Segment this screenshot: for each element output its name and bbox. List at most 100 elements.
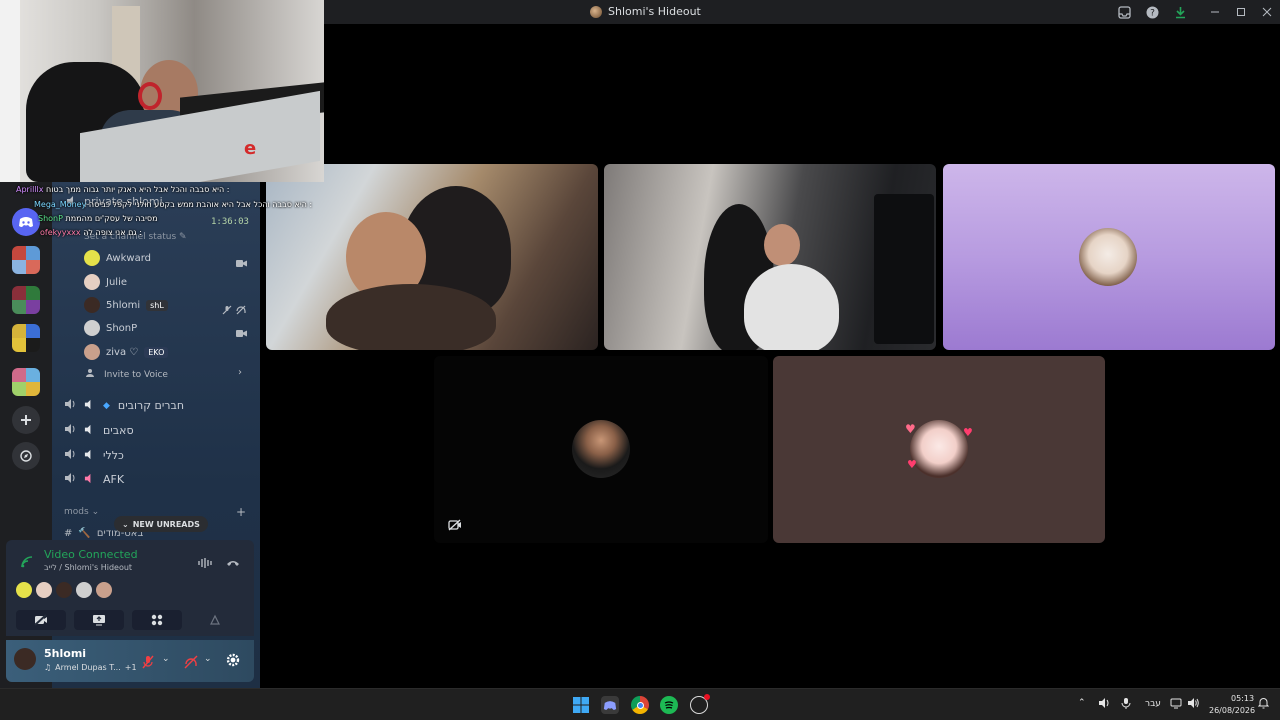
chevron-down-icon[interactable]: ⌄ <box>204 654 212 664</box>
voice-member[interactable]: ziva ♡ EKO <box>84 344 169 360</box>
soundboard-icon <box>209 611 221 630</box>
soundboard-button[interactable] <box>190 610 240 630</box>
help-icon[interactable]: ? <box>1144 4 1160 20</box>
invite-to-voice-button[interactable]: Invite to Voice <box>86 368 168 381</box>
video-tile-avatar[interactable] <box>943 164 1275 350</box>
chevron-down-icon[interactable]: ⌄ <box>162 654 170 664</box>
monitor-shape <box>874 194 934 344</box>
obs-taskbar-icon[interactable] <box>690 694 710 714</box>
mic-muted-icon[interactable] <box>142 654 154 673</box>
signal-icon <box>20 554 34 573</box>
heart-icon: ♥ <box>905 422 916 436</box>
username[interactable]: 5hlomi <box>44 647 86 660</box>
video-stage: ♥ ♥ ♥ <box>260 24 1280 688</box>
video-tile-avatar[interactable] <box>434 356 768 543</box>
music-note-icon: ♫ <box>44 663 52 672</box>
add-channel-icon[interactable]: + <box>236 505 246 519</box>
notifications-icon[interactable] <box>1257 697 1270 712</box>
network-icon[interactable] <box>1170 697 1182 712</box>
speaker-icon[interactable] <box>1098 697 1110 712</box>
close-button[interactable] <box>1252 0 1280 24</box>
voice-connection-panel: Video Connected לייב / Shlomi's Hideout <box>6 540 254 636</box>
speaker-icon <box>84 473 95 487</box>
microphone-icon[interactable] <box>1121 697 1131 712</box>
headphones-shape <box>138 82 162 110</box>
voice-channel[interactable]: סאבים <box>64 423 134 438</box>
user-avatar <box>572 420 630 478</box>
user-activity[interactable]: ♫ Armel Dupas T... +1 <box>44 663 137 672</box>
disconnect-icon[interactable] <box>226 554 240 573</box>
heart-icon: ♥ <box>907 458 917 471</box>
input-language[interactable]: עבר <box>1145 699 1161 709</box>
member-tag: shL <box>146 299 168 311</box>
camera-icon <box>236 323 247 342</box>
inbox-icon[interactable] <box>1116 4 1132 20</box>
window-title-text: Shlomi's Hideout <box>608 5 701 18</box>
category-name: mods <box>64 507 89 517</box>
category-header[interactable]: mods ⌄ <box>64 507 99 517</box>
stream-webcam-overlay: e <box>0 0 324 182</box>
camera-off-icon <box>448 516 462 535</box>
title-bar-tools: ? <box>1116 4 1188 20</box>
discord-taskbar-icon[interactable] <box>601 696 619 714</box>
deafen-icon[interactable] <box>184 654 198 673</box>
spotify-taskbar-icon[interactable] <box>660 696 678 714</box>
chrome-taskbar-icon[interactable] <box>631 696 649 714</box>
speaker-icon <box>64 398 76 413</box>
window-title: Shlomi's Hideout <box>590 5 701 18</box>
voice-member[interactable]: Julie <box>84 274 127 290</box>
download-icon[interactable] <box>1172 4 1188 20</box>
voice-member[interactable]: ShonP <box>84 320 137 336</box>
participant-avatar <box>76 582 92 598</box>
user-avatar[interactable] <box>14 648 36 670</box>
clock-time[interactable]: 05:13 <box>1231 694 1254 703</box>
share-screen-button[interactable] <box>74 610 124 630</box>
settings-gear-icon[interactable] <box>226 652 240 671</box>
noise-suppression-icon[interactable] <box>198 554 212 573</box>
server-folder[interactable] <box>12 246 40 274</box>
chevron-down-icon: ⌄ <box>91 507 100 517</box>
server-icon <box>590 5 602 18</box>
voice-member[interactable]: Awkward <box>84 250 151 266</box>
activities-button[interactable] <box>132 610 182 630</box>
muted-icon <box>222 300 232 319</box>
voice-location[interactable]: לייב / Shlomi's Hideout <box>44 563 132 572</box>
windows-start-icon[interactable] <box>572 696 590 714</box>
chat-user: ShonP <box>38 214 63 223</box>
video-tile-camera[interactable] <box>266 164 598 350</box>
member-tag: EKO <box>144 346 169 358</box>
chat-text: היא סבבה והכל אבל היא ראנק יותר גבוה ממך… <box>46 185 230 194</box>
voice-channel[interactable]: AFK <box>64 472 124 487</box>
discover-button[interactable] <box>12 442 40 470</box>
server-folder[interactable] <box>12 324 40 352</box>
home-button[interactable] <box>12 208 40 236</box>
member-name: Julie <box>106 276 127 288</box>
voice-member[interactable]: 5hlomi shL <box>84 297 168 313</box>
chat-message: ShonP מסיבה של עסק'ים מהממת <box>38 214 158 223</box>
voice-channel[interactable]: כללי <box>64 448 124 463</box>
user-avatar <box>910 420 968 478</box>
video-tile-camera[interactable] <box>604 164 936 350</box>
video-tile-avatar[interactable]: ♥ ♥ ♥ <box>773 356 1105 543</box>
person-body-shape <box>744 264 839 350</box>
chat-message: Mega_Money היא סבבה והכל אבל היא אוהבת מ… <box>34 200 312 209</box>
voice-status[interactable]: Video Connected <box>44 548 138 561</box>
brand-logo: e <box>244 138 257 159</box>
voice-channel[interactable]: ◆ חברים קרובים <box>64 398 184 413</box>
member-avatar <box>84 344 100 360</box>
invite-label: Invite to Voice <box>104 369 168 380</box>
svg-text:?: ? <box>1150 8 1155 18</box>
camera-toggle-button[interactable] <box>16 610 66 630</box>
volume-icon[interactable] <box>1187 697 1199 712</box>
server-folder[interactable] <box>12 368 40 396</box>
new-unreads-pill[interactable]: ⌄ NEW UNREADS <box>114 516 208 532</box>
activity-text: Armel Dupas T... <box>55 663 121 672</box>
apps-icon <box>151 611 163 630</box>
chevron-down-icon: ⌄ <box>122 519 129 529</box>
new-unreads-label: NEW UNREADS <box>132 519 200 529</box>
add-server-button[interactable] <box>12 406 40 434</box>
clock-date[interactable]: 26/08/2026 <box>1209 706 1255 715</box>
server-folder[interactable] <box>12 286 40 314</box>
member-avatar <box>84 320 100 336</box>
chevron-up-icon[interactable]: ⌃ <box>1078 698 1086 708</box>
